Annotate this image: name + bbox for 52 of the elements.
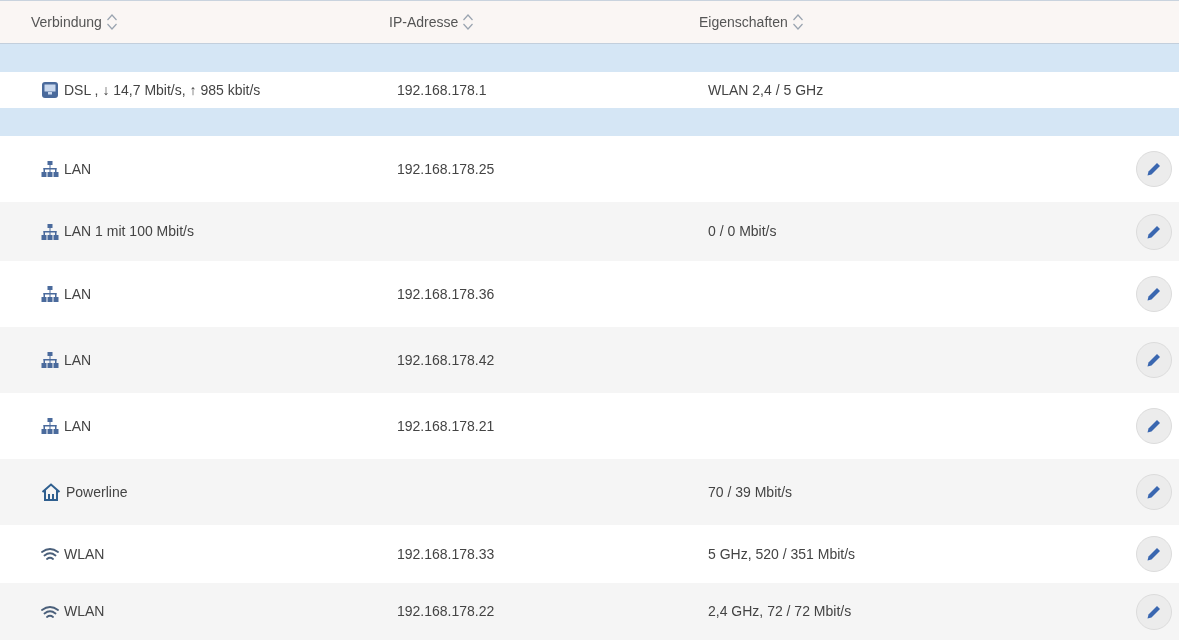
house-icon: [41, 483, 61, 501]
connection-label: WLAN: [64, 602, 105, 621]
ip-address: 192.168.178.22: [397, 603, 495, 619]
edit-button[interactable]: [1136, 213, 1172, 250]
edit-button[interactable]: [1136, 408, 1172, 444]
pencil-icon: [1146, 223, 1162, 240]
sort-icon: [105, 13, 118, 31]
network-icon: [41, 286, 59, 302]
pencil-icon: [1146, 418, 1162, 434]
ip-address: 192.168.178.36: [397, 285, 495, 302]
pencil-icon: [1146, 286, 1162, 302]
ip-address: 192.168.178.33: [397, 545, 495, 562]
wifi-icon: [41, 547, 59, 561]
monitor-icon: [41, 81, 59, 99]
sort-icon: [791, 13, 804, 31]
ip-address: 192.168.178.1: [397, 81, 487, 98]
column-header[interactable]: Verbindung: [31, 11, 102, 33]
properties-text: WLAN 2,4 / 5 GHz: [708, 81, 824, 98]
connection-label: Powerline: [66, 482, 128, 502]
column-header[interactable]: Eigenschaften: [699, 11, 788, 33]
properties-text: 5 GHz, 520 / 351 Mbit/s: [708, 545, 856, 562]
connection-label: LAN: [64, 416, 92, 436]
network-icon: [41, 418, 59, 434]
network-icon: [41, 161, 59, 177]
connection-label: LAN: [64, 350, 92, 370]
column-header[interactable]: IP-Adresse: [389, 11, 459, 33]
connection-label: LAN: [64, 284, 92, 304]
connection-label: WLAN: [64, 544, 105, 564]
network-icon: [41, 223, 59, 240]
sort-icon: [462, 13, 475, 31]
ip-address: 192.168.178.21: [397, 417, 495, 434]
edit-button[interactable]: [1136, 342, 1172, 378]
properties-text: 2,4 GHz, 72 / 72 Mbit/s: [708, 603, 852, 619]
connection-label: LAN 1 mit 100 Mbit/s: [64, 222, 194, 241]
edit-button[interactable]: [1136, 536, 1172, 572]
connection-label: LAN: [64, 159, 92, 179]
pencil-icon: [1146, 603, 1162, 620]
properties-text: 70 / 39 Mbit/s: [708, 483, 793, 500]
ip-address: 192.168.178.25: [397, 160, 495, 177]
pencil-icon: [1146, 484, 1162, 500]
edit-button[interactable]: [1136, 474, 1172, 510]
ip-address: 192.168.178.42: [397, 351, 495, 368]
properties-text: 0 / 0 Mbit/s: [708, 223, 777, 239]
pencil-icon: [1146, 352, 1162, 368]
edit-button[interactable]: [1136, 593, 1172, 630]
connection-label: DSL , ↓ 14,7 Mbit/s, ↑ 985 kbit/s: [64, 80, 261, 100]
edit-button[interactable]: [1136, 276, 1172, 312]
network-icon: [41, 352, 59, 368]
pencil-icon: [1146, 546, 1162, 562]
edit-button[interactable]: [1136, 151, 1172, 187]
wifi-icon: [41, 604, 59, 619]
pencil-icon: [1146, 161, 1162, 177]
